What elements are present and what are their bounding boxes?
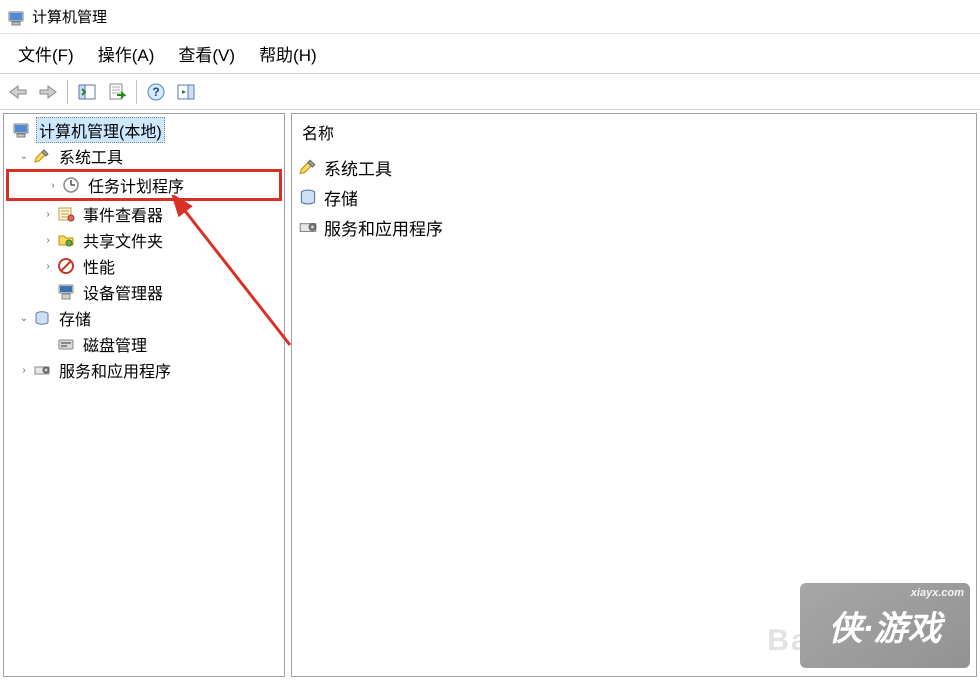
chevron-right-icon[interactable]: › xyxy=(45,177,61,193)
services-icon xyxy=(32,360,52,380)
tree-root[interactable]: 计算机管理(本地) xyxy=(4,117,284,143)
tree-label: 性能 xyxy=(80,253,118,279)
tree-task-scheduler[interactable]: › 任务计划程序 xyxy=(9,172,279,198)
tree-storage[interactable]: ⌄ 存储 xyxy=(4,305,284,331)
content-area: 计算机管理(本地) ⌄ 系统工具 › 任务计划程序 › 事件查看器 xyxy=(0,110,980,680)
computer-icon xyxy=(12,120,32,140)
storage-icon xyxy=(298,187,318,207)
back-button[interactable] xyxy=(4,78,32,106)
tree-label: 事件查看器 xyxy=(80,201,166,227)
list-label: 系统工具 xyxy=(324,155,392,180)
tree-label: 共享文件夹 xyxy=(80,227,166,253)
tree-label: 服务和应用程序 xyxy=(56,357,174,383)
list-item-system-tools[interactable]: 系统工具 xyxy=(292,152,976,182)
chevron-right-icon[interactable]: › xyxy=(40,258,56,274)
window-titlebar: 计算机管理 xyxy=(0,0,980,34)
list-item-storage[interactable]: 存储 xyxy=(292,182,976,212)
tree-device-manager[interactable]: 设备管理器 xyxy=(4,279,284,305)
export-list-button[interactable] xyxy=(103,78,131,106)
tree-system-tools[interactable]: ⌄ 系统工具 xyxy=(4,143,284,169)
tree-label: 磁盘管理 xyxy=(80,331,150,357)
tree-services-apps[interactable]: › 服务和应用程序 xyxy=(4,357,284,383)
tree-label: 任务计划程序 xyxy=(85,172,187,198)
tree-root-label: 计算机管理(本地) xyxy=(36,117,165,143)
tree-label: 系统工具 xyxy=(56,143,126,169)
toolbar-separator xyxy=(67,80,68,104)
performance-icon xyxy=(56,256,76,276)
menu-help[interactable]: 帮助(H) xyxy=(247,37,329,70)
tree-label: 设备管理器 xyxy=(80,279,166,305)
tree-performance[interactable]: › 性能 xyxy=(4,253,284,279)
chevron-down-icon[interactable]: ⌄ xyxy=(16,148,32,164)
toolbar: ? xyxy=(0,74,980,110)
folder-icon xyxy=(56,230,76,250)
services-icon xyxy=(298,217,318,237)
chevron-right-icon[interactable]: › xyxy=(40,232,56,248)
window-title: 计算机管理 xyxy=(32,6,107,27)
menu-file[interactable]: 文件(F) xyxy=(6,37,86,70)
tree-shared-folders[interactable]: › 共享文件夹 xyxy=(4,227,284,253)
chevron-right-icon[interactable]: › xyxy=(16,362,32,378)
tree-disk-management[interactable]: 磁盘管理 xyxy=(4,331,284,357)
tree-event-viewer[interactable]: › 事件查看器 xyxy=(4,201,284,227)
show-hide-action-pane-button[interactable] xyxy=(172,78,200,106)
list-label: 存储 xyxy=(324,185,358,210)
menu-view[interactable]: 查看(V) xyxy=(166,37,247,70)
tree-label: 存储 xyxy=(56,305,94,331)
chevron-down-icon[interactable]: ⌄ xyxy=(16,310,32,326)
help-button[interactable]: ? xyxy=(142,78,170,106)
forward-button[interactable] xyxy=(34,78,62,106)
svg-text:?: ? xyxy=(152,85,159,99)
event-log-icon xyxy=(56,204,76,224)
show-hide-tree-button[interactable] xyxy=(73,78,101,106)
list-panel: 名称 系统工具 存储 服务和应用程序 xyxy=(291,113,977,677)
list-column-header[interactable]: 名称 xyxy=(292,114,976,152)
clock-icon xyxy=(61,175,81,195)
disk-icon xyxy=(56,334,76,354)
tools-icon xyxy=(32,146,52,166)
chevron-right-icon[interactable]: › xyxy=(40,206,56,222)
tools-icon xyxy=(298,157,318,177)
storage-icon xyxy=(32,308,52,328)
app-icon xyxy=(8,8,26,26)
list-label: 服务和应用程序 xyxy=(324,215,443,240)
list-item-services-apps[interactable]: 服务和应用程序 xyxy=(292,212,976,242)
toolbar-separator xyxy=(136,80,137,104)
device-icon xyxy=(56,282,76,302)
menu-action[interactable]: 操作(A) xyxy=(86,37,167,70)
menubar: 文件(F) 操作(A) 查看(V) 帮助(H) xyxy=(0,34,980,74)
highlight-annotation: › 任务计划程序 xyxy=(6,169,282,201)
tree-panel: 计算机管理(本地) ⌄ 系统工具 › 任务计划程序 › 事件查看器 xyxy=(3,113,285,677)
